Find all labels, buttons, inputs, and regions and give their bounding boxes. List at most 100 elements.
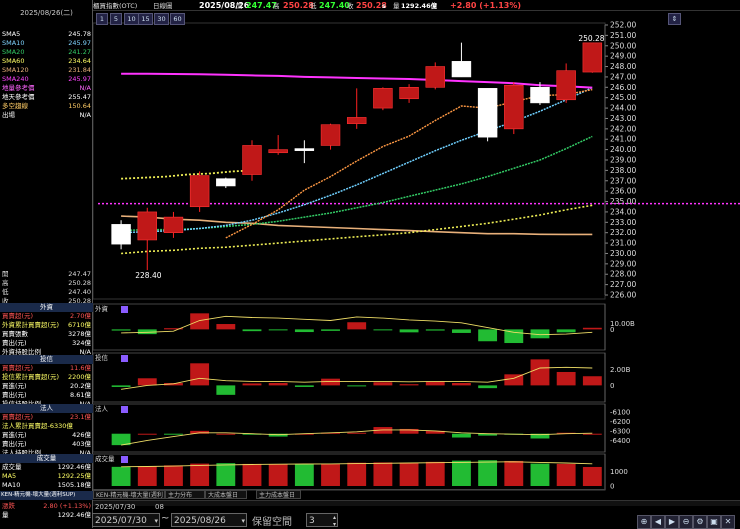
- foreign-panel-bar: [242, 329, 262, 332]
- start-date-field[interactable]: 2025/07/30 ▾: [92, 513, 160, 527]
- trust-panel-indicator-icon[interactable]: [121, 355, 128, 362]
- vol-row: 成交量 1292.46億: [0, 463, 93, 472]
- period-button-30[interactable]: 30: [154, 13, 169, 25]
- candle[interactable]: [320, 124, 341, 146]
- volume-panel-bar: [216, 463, 236, 486]
- fit-icon[interactable]: ▣: [707, 515, 721, 529]
- candle[interactable]: [451, 61, 472, 78]
- trust-panel-bar: [268, 383, 288, 386]
- candle[interactable]: [425, 66, 445, 88]
- end-date-field[interactable]: 2025/08/26 ▾: [171, 513, 247, 527]
- price-tick-label: 242.00: [610, 124, 636, 133]
- foreign-panel-bar: [582, 327, 602, 330]
- candle[interactable]: [111, 224, 131, 245]
- trust-row-label: 買進(元): [2, 382, 27, 390]
- trust-row-value: 20.2億: [70, 382, 91, 390]
- candle[interactable]: [242, 145, 262, 175]
- tab-ken[interactable]: KEN-精元機-壞大量(週利SUP): [93, 490, 165, 508]
- candle[interactable]: [294, 148, 315, 151]
- candle[interactable]: [556, 70, 576, 101]
- period-button-60[interactable]: 60: [170, 13, 185, 25]
- foreign-panel-bar: [556, 329, 576, 333]
- period-button-5[interactable]: 5: [110, 13, 122, 25]
- keep-space-input[interactable]: 3 ▴ ▾: [306, 513, 338, 528]
- chart-area[interactable]: 櫃買指數(OTC) 日線圖 2025/08/26 開 247.47 高 250.28 低 247…: [93, 0, 740, 528]
- candle[interactable]: [582, 42, 603, 73]
- candle[interactable]: [477, 88, 498, 138]
- header-close-label: 收: [347, 1, 354, 10]
- scroll-right-icon[interactable]: ▶: [665, 515, 679, 529]
- tab-main-distribution[interactable]: 主力分布: [165, 490, 205, 499]
- inst-panel-bar: [582, 433, 602, 435]
- candle[interactable]: [163, 216, 184, 233]
- foreign-panel-bar: [216, 324, 236, 330]
- candle[interactable]: [530, 87, 550, 104]
- chart-svg[interactable]: 櫃買指數(OTC) 日線圖 2025/08/26開 247.47高 250.28低 247…: [93, 0, 740, 528]
- trust-panel-bar: [111, 385, 131, 387]
- candle[interactable]: [346, 117, 367, 124]
- foreign-panel-indicator-icon[interactable]: [121, 306, 128, 313]
- ma-row-value: 245.78: [68, 30, 91, 38]
- inst-row: 買賣超(元) 23.1億: [0, 413, 93, 422]
- info-panel: 2025/08/26(二) SMA5 245.78 SMA10 245.97 SMA20…: [0, 0, 93, 528]
- bottom-row: 量 1292.46億: [0, 511, 93, 520]
- candle[interactable]: [399, 87, 419, 100]
- inst-row-value: 23.1億: [70, 413, 91, 421]
- foreign-title: 外資: [0, 303, 93, 312]
- volume-panel-bar: [452, 460, 471, 486]
- ma-row: SMA240 245.97: [0, 75, 93, 84]
- inst-panel-tick-label: -6300: [610, 427, 630, 435]
- calendar-dropdown-icon[interactable]: ▾: [154, 514, 158, 528]
- period-button-1[interactable]: 1: [96, 13, 108, 25]
- ma-row: 地量參考價 N/A: [0, 84, 93, 93]
- candle[interactable]: [189, 175, 210, 208]
- volume-panel-bar: [268, 464, 288, 486]
- trust-panel-bar: [556, 371, 576, 386]
- inst-panel-bar: [164, 433, 183, 435]
- volume-panel-bar: [399, 462, 419, 486]
- foreign-panel-bar: [425, 329, 445, 331]
- inst-panel-bar: [111, 433, 131, 446]
- inst-panel-bar: [452, 433, 471, 438]
- calendar-dropdown-icon[interactable]: ▾: [241, 514, 245, 528]
- trust-row-value: 8.61億: [70, 391, 91, 399]
- ohlc-row-label: 低: [2, 288, 9, 296]
- close-icon[interactable]: ✕: [721, 515, 735, 529]
- trust-panel-bar: [347, 385, 367, 387]
- tab-cost-daily[interactable]: 大成本盤日: [205, 490, 247, 499]
- scroll-left-icon[interactable]: ◀: [651, 515, 665, 529]
- inst-row-label: 賣出(元): [2, 440, 27, 448]
- zoom-out-icon[interactable]: ⊖: [679, 515, 693, 529]
- expand-icon[interactable]: ⇕: [668, 13, 681, 25]
- trust-panel-bar: [478, 385, 498, 389]
- period-button-10[interactable]: 10: [124, 13, 139, 25]
- candle[interactable]: [504, 84, 524, 130]
- stepper-icon[interactable]: ▴ ▾: [333, 514, 336, 528]
- tab-main-cost-daily[interactable]: 主力成本盤日: [256, 490, 301, 499]
- candle[interactable]: [268, 149, 288, 154]
- price-tick-label: 243.00: [610, 114, 636, 123]
- header-divider: [93, 10, 740, 11]
- period-button-15[interactable]: 15: [138, 13, 153, 25]
- foreign-row-value: 6710億: [67, 321, 91, 329]
- ma-row: SMA5 245.78: [0, 30, 93, 39]
- candle[interactable]: [216, 178, 236, 187]
- candle[interactable]: [373, 88, 393, 109]
- range-start-label: 2025/07/30: [95, 503, 136, 511]
- header-close-mark: s: [382, 2, 386, 10]
- bottom-info-title: KEN-精元機-壞大量(週利SUP): [0, 491, 93, 500]
- price-tick-label: 249.00: [610, 52, 636, 61]
- ohlc-row-value: 247.40: [68, 288, 91, 296]
- price-tick-label: 227.00: [610, 280, 636, 289]
- volume-panel-indicator-icon[interactable]: [121, 456, 128, 463]
- timeline-scrollbar[interactable]: [93, 500, 740, 506]
- ohlc-row-value: 250.28: [68, 279, 91, 287]
- bottom-row-label: 漲跌: [2, 502, 15, 510]
- zoom-in-icon[interactable]: ⊕: [637, 515, 651, 529]
- trust-panel-bar: [530, 359, 550, 386]
- settings-icon[interactable]: ⚙: [693, 515, 707, 529]
- foreign-panel-bar: [373, 329, 393, 331]
- inst-row-value: 426億: [72, 431, 91, 439]
- candle[interactable]: [137, 211, 157, 241]
- inst-panel-indicator-icon[interactable]: [121, 406, 128, 413]
